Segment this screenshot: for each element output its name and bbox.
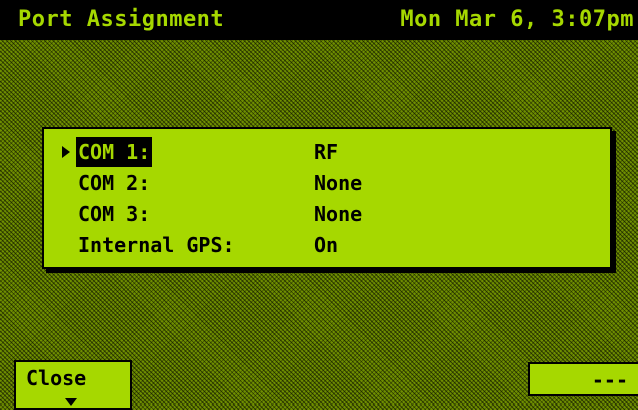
close-softkey[interactable]: Close bbox=[14, 360, 132, 410]
port-value[interactable]: RF bbox=[314, 137, 338, 167]
right-softkey-label: --- bbox=[591, 368, 628, 392]
page-title: Port Assignment bbox=[18, 7, 225, 32]
port-label: Internal GPS: bbox=[78, 233, 235, 257]
port-row-internal-gps[interactable]: Internal GPS: On bbox=[44, 230, 610, 260]
port-row-com1[interactable]: COM 1: RF bbox=[44, 137, 610, 167]
port-value[interactable]: On bbox=[314, 230, 338, 260]
close-softkey-label: Close bbox=[26, 366, 87, 390]
down-arrow-icon bbox=[65, 398, 77, 406]
port-label: COM 1: bbox=[76, 137, 153, 167]
port-row-com2[interactable]: COM 2: None bbox=[44, 168, 610, 198]
port-assignment-panel: COM 1: RF COM 2: None COM 3: None Intern… bbox=[42, 127, 612, 269]
date-time: Mon Mar 6, 3:07pm bbox=[400, 7, 634, 32]
right-softkey[interactable]: --- bbox=[528, 362, 638, 396]
port-value[interactable]: None bbox=[314, 199, 362, 229]
title-bar: Port Assignment Mon Mar 6, 3:07pm bbox=[0, 0, 638, 40]
port-label: COM 2: bbox=[78, 171, 151, 195]
selection-pointer-icon bbox=[62, 146, 70, 158]
port-label: COM 3: bbox=[78, 202, 151, 226]
port-row-com3[interactable]: COM 3: None bbox=[44, 199, 610, 229]
port-value[interactable]: None bbox=[314, 168, 362, 198]
